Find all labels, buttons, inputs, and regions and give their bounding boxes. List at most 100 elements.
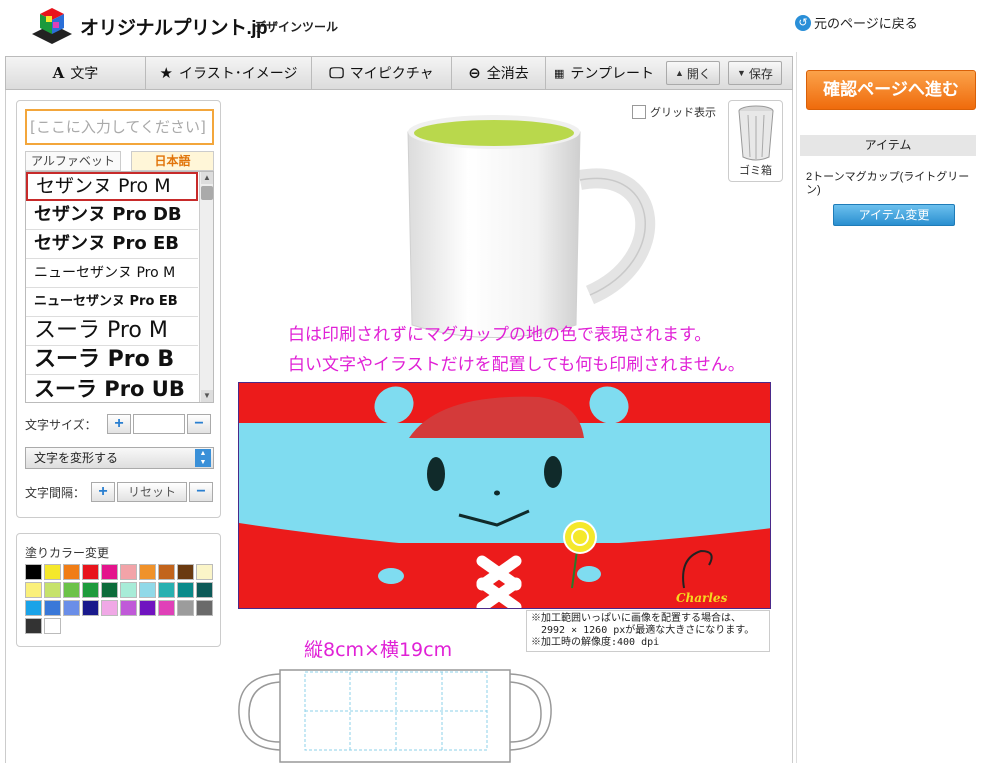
color-swatch[interactable] — [82, 564, 99, 580]
save-label: 保存 — [748, 66, 773, 81]
back-to-original-link[interactable]: ↺ 元のページに戻る — [795, 13, 918, 32]
letter-spacing-row: 文字間隔： + リセット − — [25, 482, 213, 502]
font-list: セザンヌ Pro M セザンヌ Pro DB セザンヌ Pro EB ニューセザンヌ … — [25, 171, 214, 403]
color-swatch[interactable] — [177, 564, 194, 580]
color-swatch[interactable] — [25, 564, 42, 580]
toolbar: A 文字 ★ イラスト･イメージ 🖵 マイピクチャ ⊖ 全消去 ▦ テンプレート… — [5, 56, 793, 90]
tab-alphabet[interactable]: アルファベット — [25, 151, 121, 171]
color-panel: 塗りカラー変更 — [16, 533, 221, 647]
color-swatch[interactable] — [82, 582, 99, 598]
color-swatch[interactable] — [158, 600, 175, 616]
logo-cube-icon — [32, 8, 72, 44]
info-line-3: ※加工時の解像度:400 dpi — [531, 637, 660, 648]
color-swatch[interactable] — [139, 582, 156, 598]
spacing-increase-button[interactable]: + — [91, 482, 115, 502]
grid-icon: ▦ — [554, 67, 565, 80]
color-swatch[interactable] — [25, 618, 42, 634]
tab-mypicture[interactable]: 🖵 マイピクチャ — [312, 57, 452, 89]
font-list-item[interactable]: スーラ Pro B — [26, 346, 198, 375]
color-swatch[interactable] — [44, 600, 61, 616]
spacing-decrease-button[interactable]: − — [189, 482, 213, 502]
confirm-page-button[interactable]: 確認ページへ進む — [806, 70, 976, 110]
color-swatch[interactable] — [25, 600, 42, 616]
color-swatch[interactable] — [120, 600, 137, 616]
trash-label: ゴミ箱 — [739, 165, 772, 177]
font-list-scrollbar[interactable]: ▲ ▼ — [199, 172, 213, 402]
scroll-thumb[interactable] — [201, 186, 213, 200]
item-section-header: アイテム — [800, 135, 976, 156]
text-a-icon: A — [52, 64, 65, 82]
tab-text[interactable]: A 文字 — [6, 57, 146, 89]
color-swatch[interactable] — [120, 564, 137, 580]
spacing-reset-button[interactable]: リセット — [117, 482, 187, 502]
color-swatch[interactable] — [101, 564, 118, 580]
header: オリジナルプリント.jp デザインツール ↺ 元のページに戻る — [0, 0, 995, 52]
color-swatch[interactable] — [196, 564, 213, 580]
color-swatch[interactable] — [139, 600, 156, 616]
font-list-item[interactable]: スーラ Pro M — [26, 317, 198, 346]
color-swatch[interactable] — [101, 582, 118, 598]
tab-template[interactable]: ▦ テンプレート — [546, 57, 662, 89]
item-change-button[interactable]: アイテム変更 — [833, 204, 955, 226]
open-button[interactable]: ▲ 開く — [666, 61, 720, 85]
transform-select[interactable]: 文字を変形する ▲ ▼ — [25, 447, 214, 469]
color-swatch[interactable] — [196, 582, 213, 598]
monitor-icon: 🖵 — [329, 64, 344, 82]
clear-all-button[interactable]: ⊖ 全消去 — [452, 57, 546, 89]
color-swatch[interactable] — [177, 582, 194, 598]
size-increase-button[interactable]: + — [107, 414, 131, 434]
clear-all-label: 全消去 — [486, 65, 529, 81]
design-print-area[interactable]: Charles — [238, 382, 771, 609]
color-swatch[interactable] — [158, 564, 175, 580]
tab-mypicture-label: マイピクチャ — [349, 65, 434, 81]
font-list-item[interactable]: セザンヌ Pro M — [26, 172, 198, 201]
color-swatch[interactable] — [196, 600, 213, 616]
tab-illust[interactable]: ★ イラスト･イメージ — [146, 57, 312, 89]
info-line-2: 2992 × 1260 pxが最適な大きさになります。 — [531, 625, 755, 636]
font-list-item[interactable]: セザンヌ Pro EB — [26, 230, 198, 259]
font-list-item[interactable]: セザンヌ Pro DB — [26, 201, 198, 230]
grid-checkbox[interactable] — [632, 105, 646, 119]
font-list-item[interactable]: ニューセザンヌ Pro M — [26, 259, 198, 288]
color-swatch[interactable] — [101, 600, 118, 616]
item-name: 2トーンマグカップ(ライトグリーン) — [806, 171, 970, 196]
arrow-down-icon: ▼ — [736, 68, 746, 78]
notice-line-1: 白は印刷されずにマグカップの地の色で表現されます。 — [288, 325, 712, 345]
color-swatch[interactable] — [158, 582, 175, 598]
color-swatch[interactable] — [44, 618, 61, 634]
font-list-item[interactable]: スーラ Pro UB — [26, 375, 198, 402]
text-input[interactable]: [ここに入力してください] — [25, 109, 214, 145]
color-swatch[interactable] — [44, 582, 61, 598]
color-swatch[interactable] — [63, 582, 80, 598]
open-label: 開く — [686, 66, 711, 81]
font-tabs: アルファベット 日本語 — [25, 151, 214, 171]
minus-circle-icon: ⊖ — [468, 65, 481, 82]
scroll-up-icon[interactable]: ▲ — [201, 172, 213, 184]
color-swatch[interactable] — [25, 582, 42, 598]
color-swatches — [25, 564, 215, 634]
mug-preview — [407, 115, 656, 338]
color-swatch[interactable] — [120, 582, 137, 598]
color-swatch[interactable] — [63, 600, 80, 616]
trash-button[interactable]: ゴミ箱 — [728, 100, 783, 182]
spacing-label: 文字間隔： — [25, 485, 86, 500]
character-illustration[interactable] — [239, 383, 771, 609]
color-swatch[interactable] — [82, 600, 99, 616]
tab-japanese[interactable]: 日本語 — [131, 151, 214, 171]
size-input[interactable] — [133, 414, 185, 434]
color-swatch[interactable] — [63, 564, 80, 580]
color-swatch[interactable] — [139, 564, 156, 580]
text-size-row: 文字サイズ： + − — [25, 414, 211, 434]
transform-label: 文字を変形する — [34, 451, 119, 465]
color-swatch[interactable] — [44, 564, 61, 580]
arrow-up-icon: ▲ — [675, 68, 684, 78]
font-list-item[interactable]: ニューセザンヌ Pro EB — [26, 288, 198, 317]
size-decrease-button[interactable]: − — [187, 414, 211, 434]
color-swatch[interactable] — [177, 600, 194, 616]
save-button[interactable]: ▼ 保存 — [727, 61, 782, 85]
scroll-down-icon[interactable]: ▼ — [201, 390, 213, 402]
text-panel: [ここに入力してください] アルファベット 日本語 セザンヌ Pro M セザンヌ… — [16, 100, 221, 518]
star-icon: ★ — [159, 65, 173, 82]
return-icon: ↺ — [795, 14, 811, 31]
grid-toggle[interactable]: グリッド表示 — [632, 104, 716, 120]
